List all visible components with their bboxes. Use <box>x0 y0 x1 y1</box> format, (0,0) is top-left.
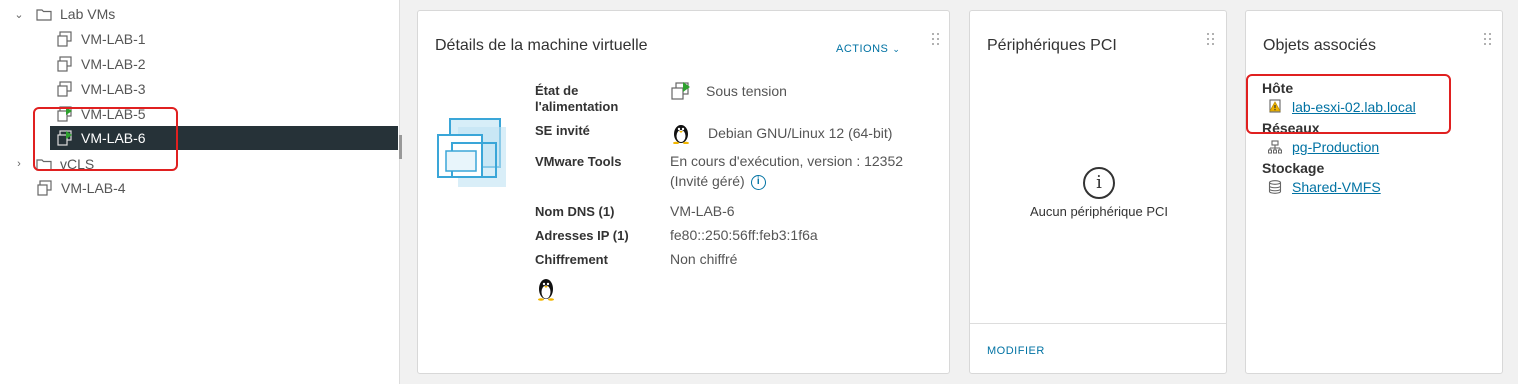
ip-addresses-label: Adresses IP (1) <box>535 228 629 243</box>
networks-heading: Réseaux <box>1262 120 1320 136</box>
vmware-tools-value: En cours d'exécution, version : 12352 (I… <box>670 151 903 191</box>
host-link[interactable]: lab-esxi-02.lab.local <box>1292 99 1416 115</box>
tree-item-label: VM-LAB-6 <box>81 130 146 146</box>
linux-tux-icon <box>670 122 692 145</box>
guest-os-value: Debian GNU/Linux 12 (64-bit) <box>670 122 893 145</box>
dns-name-label: Nom DNS (1) <box>535 204 615 219</box>
vmware-tools-status: En cours d'exécution, version : 12352 <box>670 153 904 169</box>
actions-button[interactable]: ACTIONS ⌄ <box>836 43 900 55</box>
card-title: Objets associés <box>1263 37 1376 54</box>
vm-icon <box>57 31 73 47</box>
chevron-down-icon: ⌄ <box>892 43 901 54</box>
tree-item-label: VM-LAB-4 <box>61 180 126 196</box>
empty-state-text: Aucun périphérique PCI <box>1029 204 1169 219</box>
tree-item-vm-lab-2[interactable]: VM-LAB-2 <box>0 52 400 76</box>
tree-item-vm-lab-6[interactable]: VM-LAB-6 <box>50 126 398 150</box>
tree-folder-lab-vms[interactable]: ⌄ Lab VMs <box>0 2 400 26</box>
info-icon[interactable]: i <box>750 174 766 190</box>
chevron-down-icon[interactable]: ⌄ <box>12 8 26 21</box>
card-title: Détails de la machine virtuelle <box>435 37 648 54</box>
tree-folder-label: vCLS <box>60 156 95 172</box>
vm-powered-on-icon <box>670 81 692 101</box>
network-link[interactable]: pg-Production <box>1292 139 1379 155</box>
vm-details-card: Détails de la machine virtuelle ACTIONS … <box>417 10 950 374</box>
tree-item-vm-lab-1[interactable]: VM-LAB-1 <box>0 27 400 51</box>
vm-icon <box>57 56 73 72</box>
vmware-tools-guest-row: (Invité géré) i <box>670 171 903 191</box>
vm-large-icon <box>436 117 506 189</box>
power-state-value: Sous tension <box>670 81 787 101</box>
storage-heading: Stockage <box>1262 160 1325 176</box>
related-objects-card: Objets associés Hôte lab-esxi-02.lab.loc… <box>1245 10 1503 374</box>
actions-label: ACTIONS <box>836 43 889 55</box>
network-icon <box>1268 140 1282 154</box>
power-state-label-line1: État de <box>535 83 579 98</box>
folder-icon <box>36 158 52 171</box>
encryption-label: Chiffrement <box>535 252 608 267</box>
tree-item-vm-lab-5[interactable]: VM-LAB-5 <box>0 102 400 126</box>
guest-os-label: SE invité <box>535 123 590 138</box>
tree-folder-label: Lab VMs <box>60 6 116 22</box>
tree-item-vm-lab-4[interactable]: VM-LAB-4 <box>0 176 400 200</box>
guest-os-text: Debian GNU/Linux 12 (64-bit) <box>708 125 893 141</box>
drag-handle-icon[interactable] <box>1484 33 1492 47</box>
host-heading: Hôte <box>1262 80 1294 96</box>
drag-handle-icon[interactable] <box>1207 33 1215 47</box>
datastore-icon <box>1268 180 1282 194</box>
chevron-right-icon[interactable]: › <box>12 158 26 170</box>
card-title: Périphériques PCI <box>987 37 1117 54</box>
power-state-label: État de l'alimentation <box>535 83 618 115</box>
vmware-tools-label: VMware Tools <box>535 154 622 169</box>
host-warning-icon <box>1268 99 1282 113</box>
vm-icon <box>37 180 53 196</box>
tree-folder-vcls[interactable]: › vCLS <box>0 152 400 176</box>
dns-name-value: VM-LAB-6 <box>670 203 735 219</box>
encryption-value: Non chiffré <box>670 251 738 267</box>
datastore-link[interactable]: Shared-VMFS <box>1292 179 1381 195</box>
linux-tux-icon <box>535 277 557 301</box>
tree-item-label: VM-LAB-5 <box>81 106 146 122</box>
info-icon: i <box>1083 167 1115 199</box>
vm-powered-on-icon <box>57 106 73 122</box>
vm-icon <box>57 81 73 97</box>
vmware-tools-managed: (Invité géré) <box>670 173 745 189</box>
vm-powered-on-icon <box>57 130 73 146</box>
modify-button[interactable]: MODIFIER <box>987 345 1045 357</box>
ip-addresses-value: fe80::250:56ff:feb3:1f6a <box>670 227 818 243</box>
folder-icon <box>36 8 52 21</box>
tree-item-vm-lab-3[interactable]: VM-LAB-3 <box>0 77 400 101</box>
drag-handle-icon[interactable] <box>932 33 940 47</box>
inventory-tree: ⌄ Lab VMs VM-LAB-1 VM-LAB-2 VM-LAB-3 VM-… <box>0 0 400 384</box>
tree-item-label: VM-LAB-3 <box>81 81 146 97</box>
power-state-text: Sous tension <box>706 83 787 99</box>
tree-item-label: VM-LAB-2 <box>81 56 146 72</box>
power-state-label-line2: l'alimentation <box>535 99 619 114</box>
panel-resize-handle[interactable] <box>399 135 402 159</box>
tree-item-label: VM-LAB-1 <box>81 31 146 47</box>
card-footer-divider <box>970 323 1226 324</box>
pci-devices-card: Périphériques PCI i Aucun périphérique P… <box>969 10 1227 374</box>
